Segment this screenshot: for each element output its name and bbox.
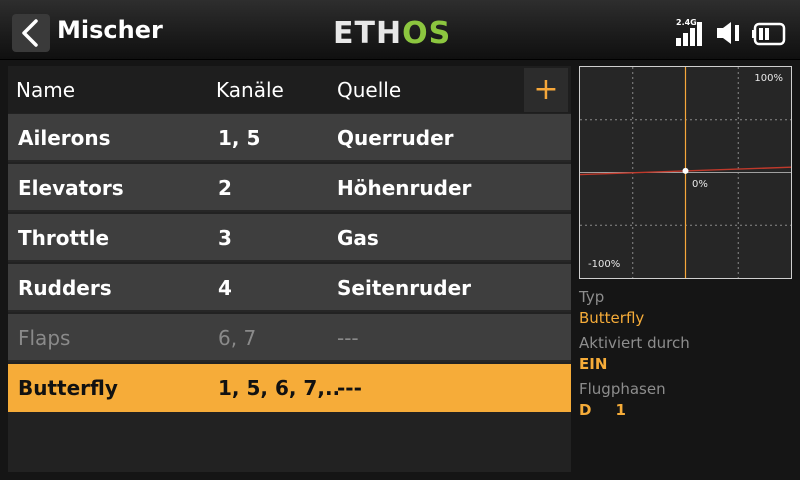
mixer-row-ailerons[interactable]: Ailerons 1, 5 Querruder <box>8 114 571 162</box>
flight-modes-value: D 1 <box>579 400 794 424</box>
mixer-channels: 2 <box>218 176 232 200</box>
add-mixer-button[interactable]: + <box>524 68 568 112</box>
mixer-row-butterfly[interactable]: Butterfly 1, 5, 6, 7,... --- <box>8 364 571 412</box>
mixer-row-flaps[interactable]: Flaps 6, 7 --- <box>8 314 571 362</box>
mixer-name: Throttle <box>18 226 110 250</box>
mixer-row-elevators[interactable]: Elevators 2 Höhenruder <box>8 164 571 212</box>
mixer-source: --- <box>337 326 359 350</box>
mixer-row-throttle[interactable]: Throttle 3 Gas <box>8 214 571 262</box>
back-button[interactable] <box>12 14 50 52</box>
flight-modes-label: Flugphasen <box>579 380 666 398</box>
column-header-source: Quelle <box>337 78 402 102</box>
mixer-name: Butterfly <box>18 376 118 400</box>
column-header-channels: Kanäle <box>216 78 284 102</box>
mixer-name: Ailerons <box>18 126 111 150</box>
speaker-icon[interactable] <box>716 20 742 46</box>
mixer-name: Rudders <box>18 276 112 300</box>
battery-icon <box>752 22 786 46</box>
flight-mode-letter: D <box>579 401 592 419</box>
graph-label-top: 100% <box>754 73 783 84</box>
type-value: Butterfly <box>579 309 645 327</box>
chevron-left-icon <box>22 19 38 47</box>
mixer-table: Name Kanäle Quelle + Ailerons 1, 5 Querr… <box>8 66 571 472</box>
mixer-source: --- <box>337 376 362 400</box>
logo-accent-text: OS <box>402 15 452 51</box>
active-condition-value: EIN <box>579 355 608 373</box>
mixer-name: Flaps <box>18 326 71 350</box>
plus-icon: + <box>533 72 559 107</box>
mixer-source: Gas <box>337 226 379 250</box>
mixer-source: Querruder <box>337 126 454 150</box>
signal-band-label: 2.4G <box>676 18 697 27</box>
flight-mode-number: 1 <box>615 401 626 419</box>
signal-strength-icon: 2.4G <box>676 18 706 46</box>
table-header: Name Kanäle Quelle + <box>8 66 571 113</box>
graph-label-bottom: -100% <box>588 259 621 270</box>
mixer-info-panel: Typ Butterfly Aktiviert durch EIN Flugph… <box>579 286 794 424</box>
mixer-source: Höhenruder <box>337 176 472 200</box>
page-title: Mischer <box>57 16 163 44</box>
top-bar: Mischer ETH OS 2.4G <box>0 0 800 60</box>
graph-label-center: 0% <box>692 179 708 190</box>
mixer-row-rudders[interactable]: Rudders 4 Seitenruder <box>8 264 571 312</box>
mixer-channels: 1, 5, 6, 7,... <box>218 376 338 400</box>
logo-main-text: ETH <box>333 15 403 51</box>
mixer-channels: 1, 5 <box>218 126 261 150</box>
status-icons: 2.4G <box>676 16 786 46</box>
column-header-name: Name <box>16 78 76 102</box>
curve-current-point <box>682 167 689 174</box>
mixer-channels: 3 <box>218 226 232 250</box>
curve-plot <box>580 67 791 278</box>
mixer-curve-graph: 100% 0% -100% <box>579 66 792 279</box>
mixer-name: Elevators <box>18 176 124 200</box>
mixer-source: Seitenruder <box>337 276 472 300</box>
type-label: Typ <box>579 288 605 306</box>
mixer-channels: 4 <box>218 276 232 300</box>
mixer-channels: 6, 7 <box>218 326 257 350</box>
ethos-logo: ETH OS <box>333 15 452 51</box>
active-condition-label: Aktiviert durch <box>579 334 690 352</box>
